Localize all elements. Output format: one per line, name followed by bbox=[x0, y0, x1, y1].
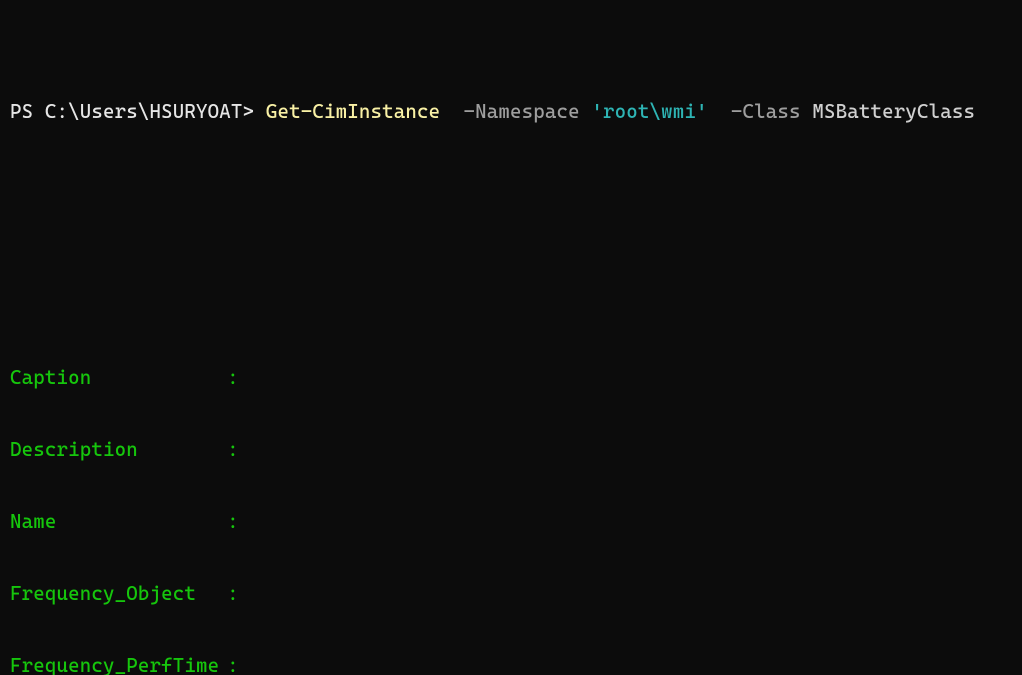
colon: : bbox=[227, 510, 239, 534]
colon: : bbox=[227, 366, 239, 390]
arg-namespace: 'root\wmi' bbox=[591, 100, 707, 123]
colon: : bbox=[227, 654, 239, 675]
colon: : bbox=[227, 582, 239, 606]
param-namespace: -Namespace bbox=[463, 100, 579, 123]
blank-line bbox=[10, 198, 1012, 222]
cmdlet-name: Get-CimInstance bbox=[266, 100, 440, 123]
output-row: Caption: bbox=[10, 366, 1012, 390]
property-name: Frequency_Object bbox=[10, 582, 227, 606]
ps-suffix: > bbox=[243, 100, 255, 123]
output-row: Frequency_Object: bbox=[10, 582, 1012, 606]
property-name: Description bbox=[10, 438, 227, 462]
output-block-1: Caption: Description: Name: Frequency_Ob… bbox=[10, 318, 1012, 675]
colon: : bbox=[227, 438, 239, 462]
property-name: Caption bbox=[10, 366, 227, 390]
arg-class: MSBatteryClass bbox=[812, 100, 975, 123]
ps-prefix: PS bbox=[10, 100, 45, 123]
param-class: -Class bbox=[731, 100, 801, 123]
prompt-line: PS C:\Users\HSURYOAT> Get-CimInstance -N… bbox=[10, 96, 1012, 126]
terminal[interactable]: PS C:\Users\HSURYOAT> Get-CimInstance -N… bbox=[0, 0, 1022, 675]
output-row: Frequency_PerfTime: bbox=[10, 654, 1012, 675]
output-row: Description: bbox=[10, 438, 1012, 462]
property-name: Name bbox=[10, 510, 227, 534]
ps-path: C:\Users\HSURYOAT bbox=[45, 100, 243, 123]
property-name: Frequency_PerfTime bbox=[10, 654, 227, 675]
output-row: Name: bbox=[10, 510, 1012, 534]
